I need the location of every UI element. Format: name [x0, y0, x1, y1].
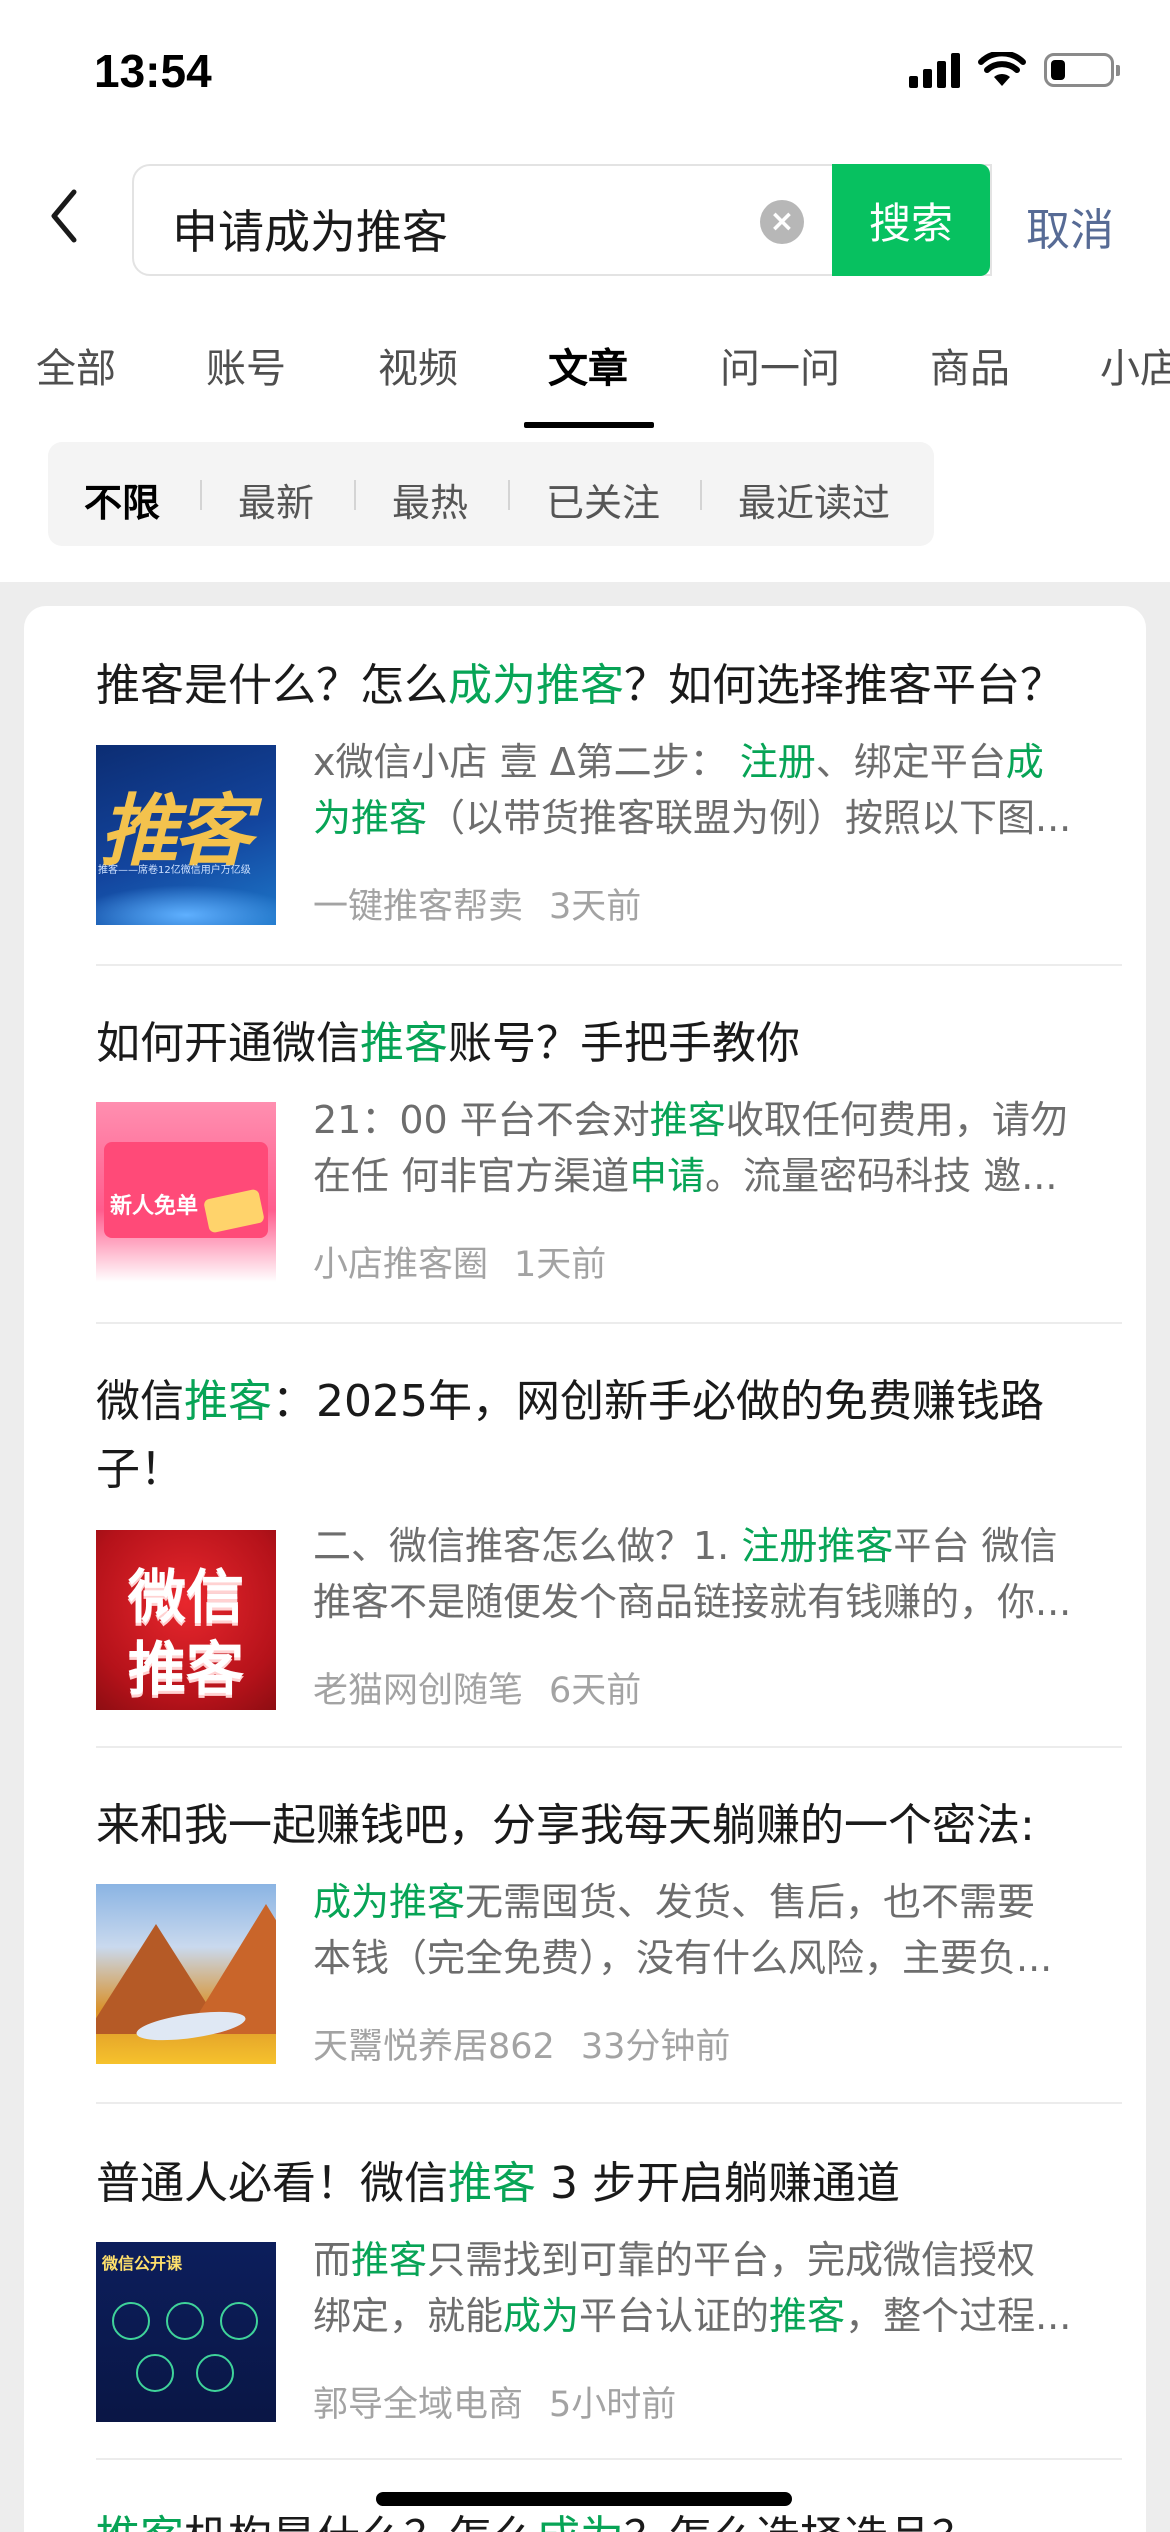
article-thumbnail: 微信 推客 [96, 1530, 276, 1710]
article-excerpt: 二、微信推客怎么做？1. 注册推客平台 微信 推客不是随便发个商品链接就有钱赚的… [313, 1524, 1072, 1624]
article-meta: 老猫网创随笔 6天前 [313, 1662, 641, 1713]
tab-products[interactable]: 商品 [930, 336, 1010, 394]
wifi-icon [978, 52, 1026, 86]
tab-accounts[interactable]: 账号 [206, 336, 286, 394]
article-title: 微信推客：2025年，网创新手必做的免费赚钱路 子！ [96, 1376, 1044, 1495]
article-excerpt: 21：00 平台不会对推客收取任何费用，请勿 在任 何非官方渠道申请。流量密码科… [313, 1098, 1068, 1198]
article-title: 推客机构是什么？怎么成为？怎么选择选品？ [96, 2504, 1122, 2532]
article-title: 推客是什么？怎么成为推客？如何选择推客平台？ [96, 660, 1064, 711]
article-excerpt: 而推客只需找到可靠的平台，完成微信授权 绑定，就能成为平台认证的推客，整个过程.… [313, 2238, 1072, 2338]
article-excerpt: 成为推客无需囤货、发货、售后，也不需要 本钱（完全免费），没有什么风险，主要负.… [313, 1880, 1053, 1980]
article-excerpt: x微信小店 壹 Δ第二步： 注册、绑定平台成 为推客（以带货推客联盟为例）按照以… [313, 740, 1072, 840]
filter-recently-read[interactable]: 最近读过 [738, 472, 890, 527]
filter-latest[interactable]: 最新 [238, 472, 314, 527]
status-time: 13:54 [94, 45, 212, 97]
divider [96, 2102, 1122, 2104]
article-meta: 一键推客帮卖 3天前 [313, 878, 641, 929]
article-thumbnail: 推客 推客——席卷12亿微信用户万亿级 [96, 745, 276, 925]
back-arrow-icon[interactable] [44, 186, 84, 246]
article-title: 普通人必看！微信推客 3 步开启躺赚通道 [96, 2158, 900, 2209]
divider [96, 2458, 1122, 2460]
tab-all[interactable]: 全部 [36, 336, 116, 394]
article-item[interactable]: 普通人必看！微信推客 3 步开启躺赚通道 微信公开课 而推客只需找到可靠的平台，… [96, 2150, 1122, 2440]
category-tabs: 全部 账号 视频 文章 问一问 商品 小店 [0, 336, 1170, 426]
results-card: 推客是什么？怎么成为推客？如何选择推客平台？ 推客 推客——席卷12亿微信用户万… [24, 606, 1146, 2532]
article-age: 6天前 [549, 1671, 642, 1711]
cellular-signal-icon [909, 52, 960, 88]
clear-icon[interactable]: × [760, 200, 804, 244]
article-item[interactable]: 推客是什么？怎么成为推客？如何选择推客平台？ 推客 推客——席卷12亿微信用户万… [96, 652, 1122, 942]
active-tab-indicator [524, 422, 654, 428]
article-thumbnail: 新人免单 [96, 1102, 276, 1282]
article-meta: 天鬻悦养居862 33分钟前 [313, 2018, 730, 2069]
article-meta: 郭导全域电商 5小时前 [313, 2376, 676, 2427]
search-query: 申请成为推客 [172, 205, 448, 259]
tab-shops[interactable]: 小店 [1100, 336, 1170, 394]
filter-divider [200, 480, 202, 510]
divider [96, 1322, 1122, 1324]
article-thumbnail: 微信公开课 [96, 2242, 276, 2422]
article-meta: 小店推客圈 1天前 [313, 1236, 606, 1287]
filter-unlimited[interactable]: 不限 [84, 472, 160, 527]
article-source[interactable]: 小店推客圈 [313, 1245, 488, 1285]
search-button[interactable]: 搜索 [832, 164, 990, 276]
filter-divider [508, 480, 510, 510]
article-age: 5小时前 [549, 2385, 677, 2425]
filter-divider [700, 480, 702, 510]
article-item[interactable]: 推客机构是什么？怎么成为？怎么选择选品？ [96, 2504, 1122, 2532]
filter-hottest[interactable]: 最热 [392, 472, 468, 527]
article-age: 3天前 [549, 887, 642, 927]
filter-divider [354, 480, 356, 510]
divider [96, 1746, 1122, 1748]
article-title: 如何开通微信推客账号？手把手教你 [96, 1018, 800, 1069]
article-item[interactable]: 微信推客：2025年，网创新手必做的免费赚钱路 子！ 微信 推客 二、微信推客怎… [96, 1368, 1122, 1728]
article-thumbnail [96, 1884, 276, 2064]
home-indicator[interactable] [376, 2492, 792, 2506]
tab-articles[interactable]: 文章 [548, 336, 628, 394]
battery-icon [1044, 53, 1120, 87]
tab-videos[interactable]: 视频 [378, 336, 458, 394]
filter-bar: 不限 最新 最热 已关注 最近读过 [48, 442, 934, 546]
article-item[interactable]: 如何开通微信推客账号？手把手教你 新人免单 21：00 平台不会对推客收取任何费… [96, 1010, 1122, 1300]
article-source[interactable]: 老猫网创随笔 [313, 1671, 523, 1711]
article-source[interactable]: 一键推客帮卖 [313, 887, 523, 927]
tab-ask[interactable]: 问一问 [720, 336, 840, 394]
divider [96, 964, 1122, 966]
article-source[interactable]: 天鬻悦养居862 [313, 2027, 555, 2067]
cancel-button[interactable]: 取消 [1026, 194, 1114, 258]
article-item[interactable]: 来和我一起赚钱吧，分享我每天躺赚的一个密法: 成为推客无需囤货、发货、售后，也不… [96, 1792, 1122, 2082]
status-icons [909, 52, 1120, 88]
filter-followed[interactable]: 已关注 [546, 472, 660, 527]
article-age: 1天前 [514, 1245, 607, 1285]
article-age: 33分钟前 [580, 2027, 731, 2067]
article-title: 来和我一起赚钱吧，分享我每天躺赚的一个密法: [96, 1800, 1035, 1851]
article-source[interactable]: 郭导全域电商 [313, 2385, 523, 2425]
